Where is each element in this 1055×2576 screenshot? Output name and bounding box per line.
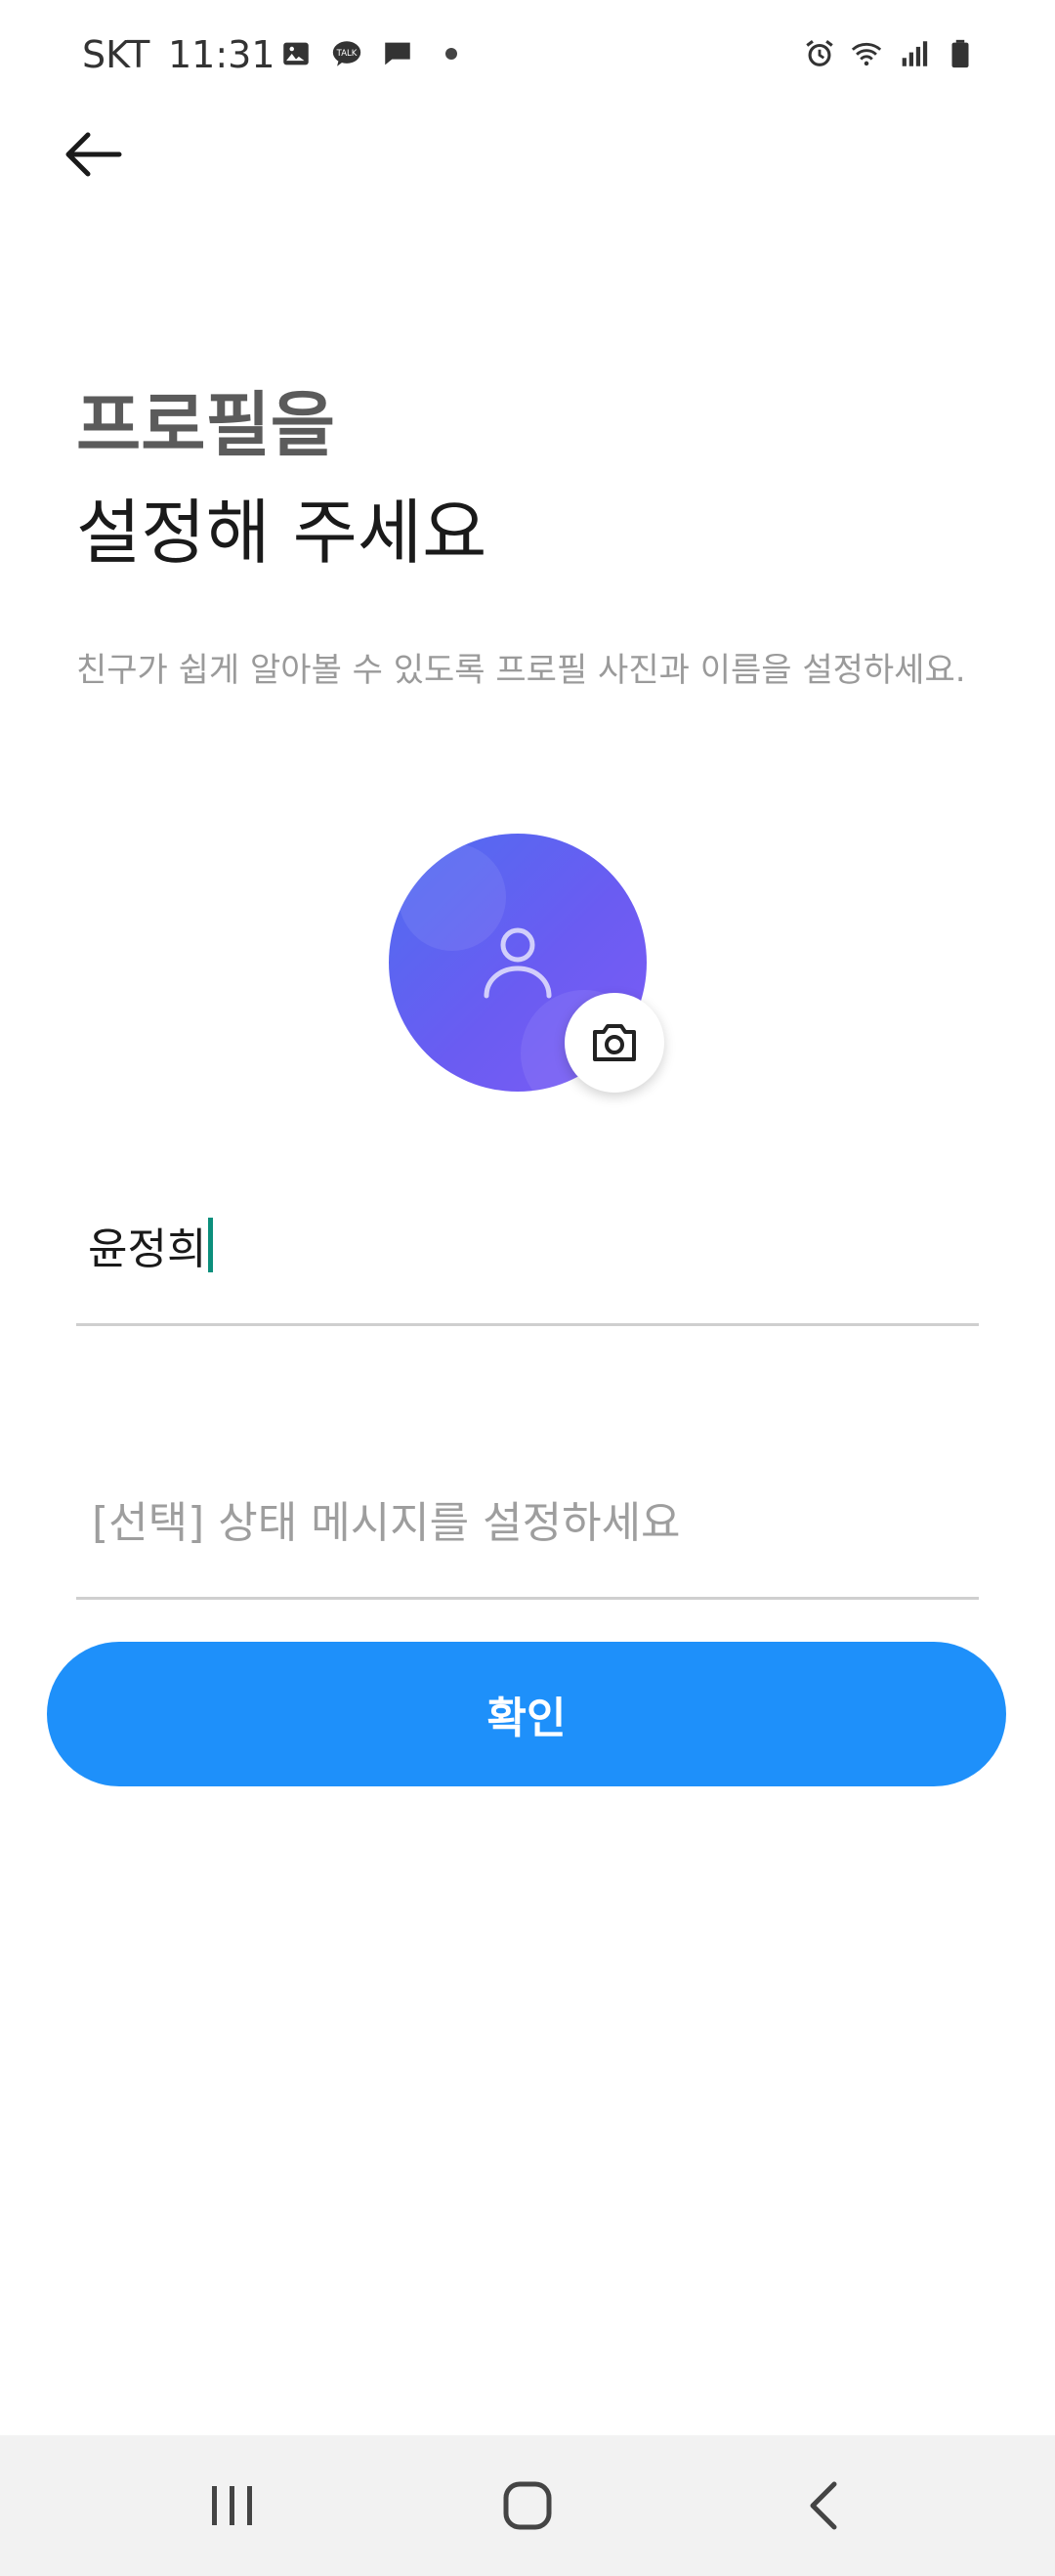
notification-icons: TALK (279, 37, 457, 70)
home-button[interactable] (469, 2465, 586, 2547)
back-icon (810, 2481, 837, 2530)
status-bar: SKT 11:31 TALK (0, 0, 1055, 117)
back-button[interactable] (49, 115, 137, 193)
name-input[interactable]: 윤정희 (88, 1214, 214, 1276)
page-subtitle: 친구가 쉽게 알아볼 수 있도록 프로필 사진과 이름을 설정하세요. (76, 651, 966, 690)
name-value-text: 윤정희 (88, 1224, 207, 1274)
image-icon (283, 42, 309, 65)
home-icon (503, 2481, 552, 2530)
status-message-field[interactable]: [선택] 상태 메시지를 설정하세요 (76, 1466, 979, 1600)
wifi-icon (851, 42, 882, 66)
signal-icon (902, 41, 928, 66)
person-icon (484, 927, 552, 999)
clock: 11:31 (168, 33, 275, 76)
status-message-placeholder: [선택] 상태 메시지를 설정하세요 (92, 1498, 681, 1548)
talk-badge-text: TALK (336, 49, 358, 59)
arrow-left-icon (65, 132, 122, 177)
confirm-button-label: 확인 (486, 1694, 567, 1743)
navigation-bar (0, 2435, 1055, 2576)
name-field[interactable]: 윤정희 (76, 1196, 979, 1326)
carrier-label: SKT (82, 33, 150, 76)
system-icons (803, 37, 977, 70)
page-title-line2: 설정해 주세요 (76, 492, 487, 574)
confirm-button[interactable]: 확인 (47, 1642, 1006, 1786)
message-icon (385, 42, 410, 65)
battery-icon (951, 39, 969, 68)
recent-apps-icon (212, 2486, 252, 2525)
page-title: 프로필을 설정해 주세요 (76, 371, 486, 586)
recent-apps-button[interactable] (174, 2465, 291, 2547)
change-photo-button[interactable] (565, 993, 664, 1093)
alarm-icon (806, 40, 833, 66)
page-title-line1: 프로필을 (76, 384, 335, 466)
camera-icon (593, 1024, 636, 1061)
nav-back-button[interactable] (764, 2465, 881, 2547)
dot-icon (445, 48, 457, 60)
talk-icon: TALK (332, 41, 361, 66)
text-cursor (208, 1218, 214, 1272)
